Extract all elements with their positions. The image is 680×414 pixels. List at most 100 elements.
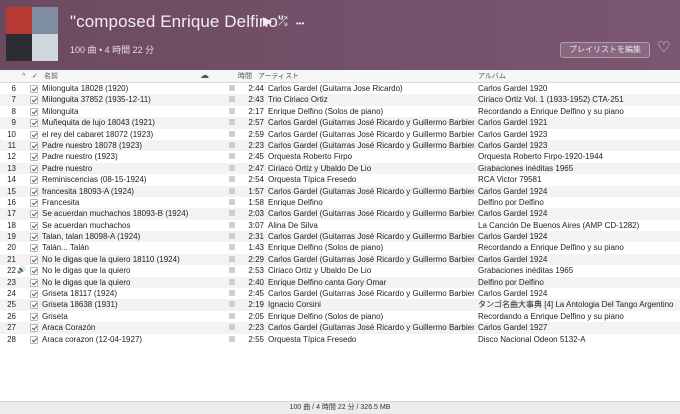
track-row[interactable]: 21 No le digas que la quiero 18110 (1924)… [0, 253, 680, 266]
track-checkbox[interactable] [30, 153, 38, 162]
track-time: 2:23 [248, 140, 264, 150]
track-checkbox[interactable] [30, 290, 38, 299]
track-checkbox[interactable] [30, 176, 38, 185]
artist-column-header[interactable]: アーティスト [258, 72, 299, 81]
track-row[interactable]: 11 Padre nuestro 18078 (1923) 2:23 Carlos G… [0, 139, 680, 152]
track-album: Carlos Gardel 1920 [478, 84, 548, 93]
more-icon[interactable]: ••• [296, 17, 304, 31]
edit-playlist-button[interactable]: プレイリストを編集 [560, 42, 650, 58]
track-name: Milonguita [42, 106, 79, 116]
track-row[interactable]: 16 Francesita 1:58 Enrique Delfino Delfino p… [0, 197, 680, 208]
track-album: Carlos Gardel 1924 [478, 232, 548, 242]
track-row[interactable]: 8 Milonguita 2:17 Enrique Delfino (Solos de… [0, 106, 680, 117]
track-artist: Enrique Delfino (Solos de piano) [268, 311, 384, 321]
track-number: 7 [11, 95, 16, 105]
track-artist: Enrique Delfino (Solos de piano) [268, 106, 384, 116]
track-checkbox[interactable] [30, 301, 38, 310]
track-artist: Enrique Delfino canta Gory Omar [268, 277, 387, 287]
track-checkbox[interactable] [30, 221, 38, 230]
track-row[interactable]: 23 No le digas que la quiero 2:40 Enrique D… [0, 276, 680, 289]
track-name: Talan, talan 18098-A (1924) [42, 232, 141, 242]
track-checkbox[interactable] [30, 210, 38, 219]
track-row[interactable]: 9 Muñequita de lujo 18043 (1921) 2:57 Carlo… [0, 117, 680, 129]
track-artist: Ciriaco Ortiz y Ubaldo De Lio [268, 163, 372, 173]
track-row[interactable]: 13 Padre nuestro 2:47 Ciriaco Ortiz y Ubald… [0, 162, 680, 175]
play-icon[interactable]: ▶ [263, 14, 272, 28]
track-time: 2:29 [248, 254, 264, 264]
track-checkbox[interactable] [30, 278, 38, 287]
cloud-icon[interactable]: ☁ [200, 71, 209, 80]
track-row[interactable]: 20 Talán... Talán 1:43 Enrique Delfino (Sol… [0, 242, 680, 253]
track-number: 10 [7, 129, 16, 139]
track-row[interactable]: 6 Milonguita 18028 (1920) 2:44 Carlos Garde… [0, 83, 680, 94]
track-checkbox[interactable] [30, 198, 38, 207]
track-row[interactable]: 10 el rey del cabaret 18072 (1923) 2:59 Car… [0, 129, 680, 140]
track-checkbox[interactable] [30, 119, 38, 128]
track-status-icon [229, 210, 235, 217]
playlist-artwork[interactable] [6, 7, 58, 61]
track-album: Delfino por Delfino [478, 197, 544, 207]
heart-icon[interactable]: ♡ [657, 40, 670, 56]
artwork-tile-3 [6, 34, 32, 61]
track-checkbox[interactable] [30, 233, 38, 242]
track-checkbox[interactable] [30, 267, 38, 276]
track-album: Recordando a Enrique Delfino y su piano [478, 106, 624, 116]
track-name: Se acuerdan muchachos 18093-B (1924) [42, 209, 189, 219]
sort-icon[interactable]: ^ [22, 72, 25, 81]
track-row[interactable]: 19 Talan, talan 18098-A (1924) 2:31 Carlos … [0, 231, 680, 243]
track-row[interactable]: 14 Reminiscencias (08-15-1924) 2:54 Orquest… [0, 174, 680, 185]
track-artist: Carlos Gardel (Guitarras José Ricardo y … [268, 289, 474, 299]
track-status-icon [229, 141, 235, 148]
track-album: Carlos Gardel 1927 [478, 323, 548, 333]
track-row[interactable]: 15 francesita 18093-A (1924) 1:57 Carlos Ga… [0, 185, 680, 197]
track-checkbox[interactable] [30, 141, 38, 150]
track-row[interactable]: 25 Griseta 18638 (1931) 2:19 Ignacio Corsin… [0, 299, 680, 311]
track-checkbox[interactable] [30, 130, 38, 139]
track-name: Padre nuestro 18078 (1923) [42, 140, 143, 150]
album-column-header[interactable]: アルバム [478, 72, 506, 81]
track-name: Araca corazon (12-04-1927) [42, 334, 143, 344]
track-checkbox[interactable] [30, 255, 38, 264]
playlist-meta: 100 曲 • 4 時間 22 分 [70, 45, 155, 55]
track-checkbox[interactable] [30, 164, 38, 173]
track-album: La Canción De Buenos Aires (AMP CD-1282) [478, 220, 640, 230]
track-status-icon [229, 176, 235, 183]
track-checkbox[interactable] [30, 107, 38, 116]
track-number: 21 [7, 254, 16, 264]
track-number: 13 [7, 163, 16, 173]
track-checkbox[interactable] [30, 187, 38, 196]
track-row[interactable]: 27 Araca Corazón 2:23 Carlos Gardel (Guitar… [0, 322, 680, 334]
track-checkbox[interactable] [30, 85, 38, 93]
track-row[interactable]: 26 Griseta 2:05 Enrique Delfino (Solos de p… [0, 311, 680, 322]
track-time: 2:23 [248, 323, 264, 333]
track-status-icon [229, 290, 235, 297]
track-checkbox[interactable] [30, 312, 38, 321]
track-time: 2:53 [248, 266, 264, 276]
track-name: Araca Corazón [42, 323, 96, 333]
track-album: Recordando a Enrique Delfino y su piano [478, 311, 624, 321]
track-album: Carlos Gardel 1924 [478, 254, 548, 264]
check-column-header[interactable]: ✓ [32, 72, 38, 81]
track-row[interactable]: 7 Milonguita 37852 (1935-12-11) 2:43 Trio C… [0, 94, 680, 106]
time-column-header[interactable]: 時間 [238, 72, 252, 81]
track-row[interactable]: 24 Griseta 18117 (1924) 2:45 Carlos Gardel … [0, 288, 680, 299]
track-checkbox[interactable] [30, 96, 38, 105]
track-row[interactable]: 22 🔊 No le digas que la quiero 2:53 Ciriaco … [0, 265, 680, 276]
track-status-icon [229, 267, 235, 274]
track-name: Milonguita 37852 (1935-12-11) [42, 95, 151, 105]
track-checkbox[interactable] [30, 324, 38, 333]
track-number: 20 [7, 243, 16, 253]
track-number: 14 [7, 175, 16, 185]
track-checkbox[interactable] [30, 244, 38, 253]
track-row[interactable]: 18 Se acuerdan muchachos 3:07 Alina De Silv… [0, 220, 680, 231]
shuffle-icon[interactable]: ⤮ [278, 14, 288, 28]
track-artist: Alina De Silva [268, 220, 318, 230]
track-time: 2:55 [248, 334, 264, 344]
track-row[interactable]: 12 Padre nuestro (1923) 2:45 Orquesta Rober… [0, 151, 680, 162]
name-column-header[interactable]: 名前 [44, 72, 58, 81]
track-row[interactable]: 17 Se acuerdan muchachos 18093-B (1924) 2:… [0, 208, 680, 220]
track-status-icon [229, 221, 235, 228]
track-row[interactable]: 28 Araca corazon (12-04-1927) 2:55 Orquesta… [0, 334, 680, 345]
track-checkbox[interactable] [30, 335, 38, 344]
track-album: RCA Victor 79581 [478, 175, 542, 185]
